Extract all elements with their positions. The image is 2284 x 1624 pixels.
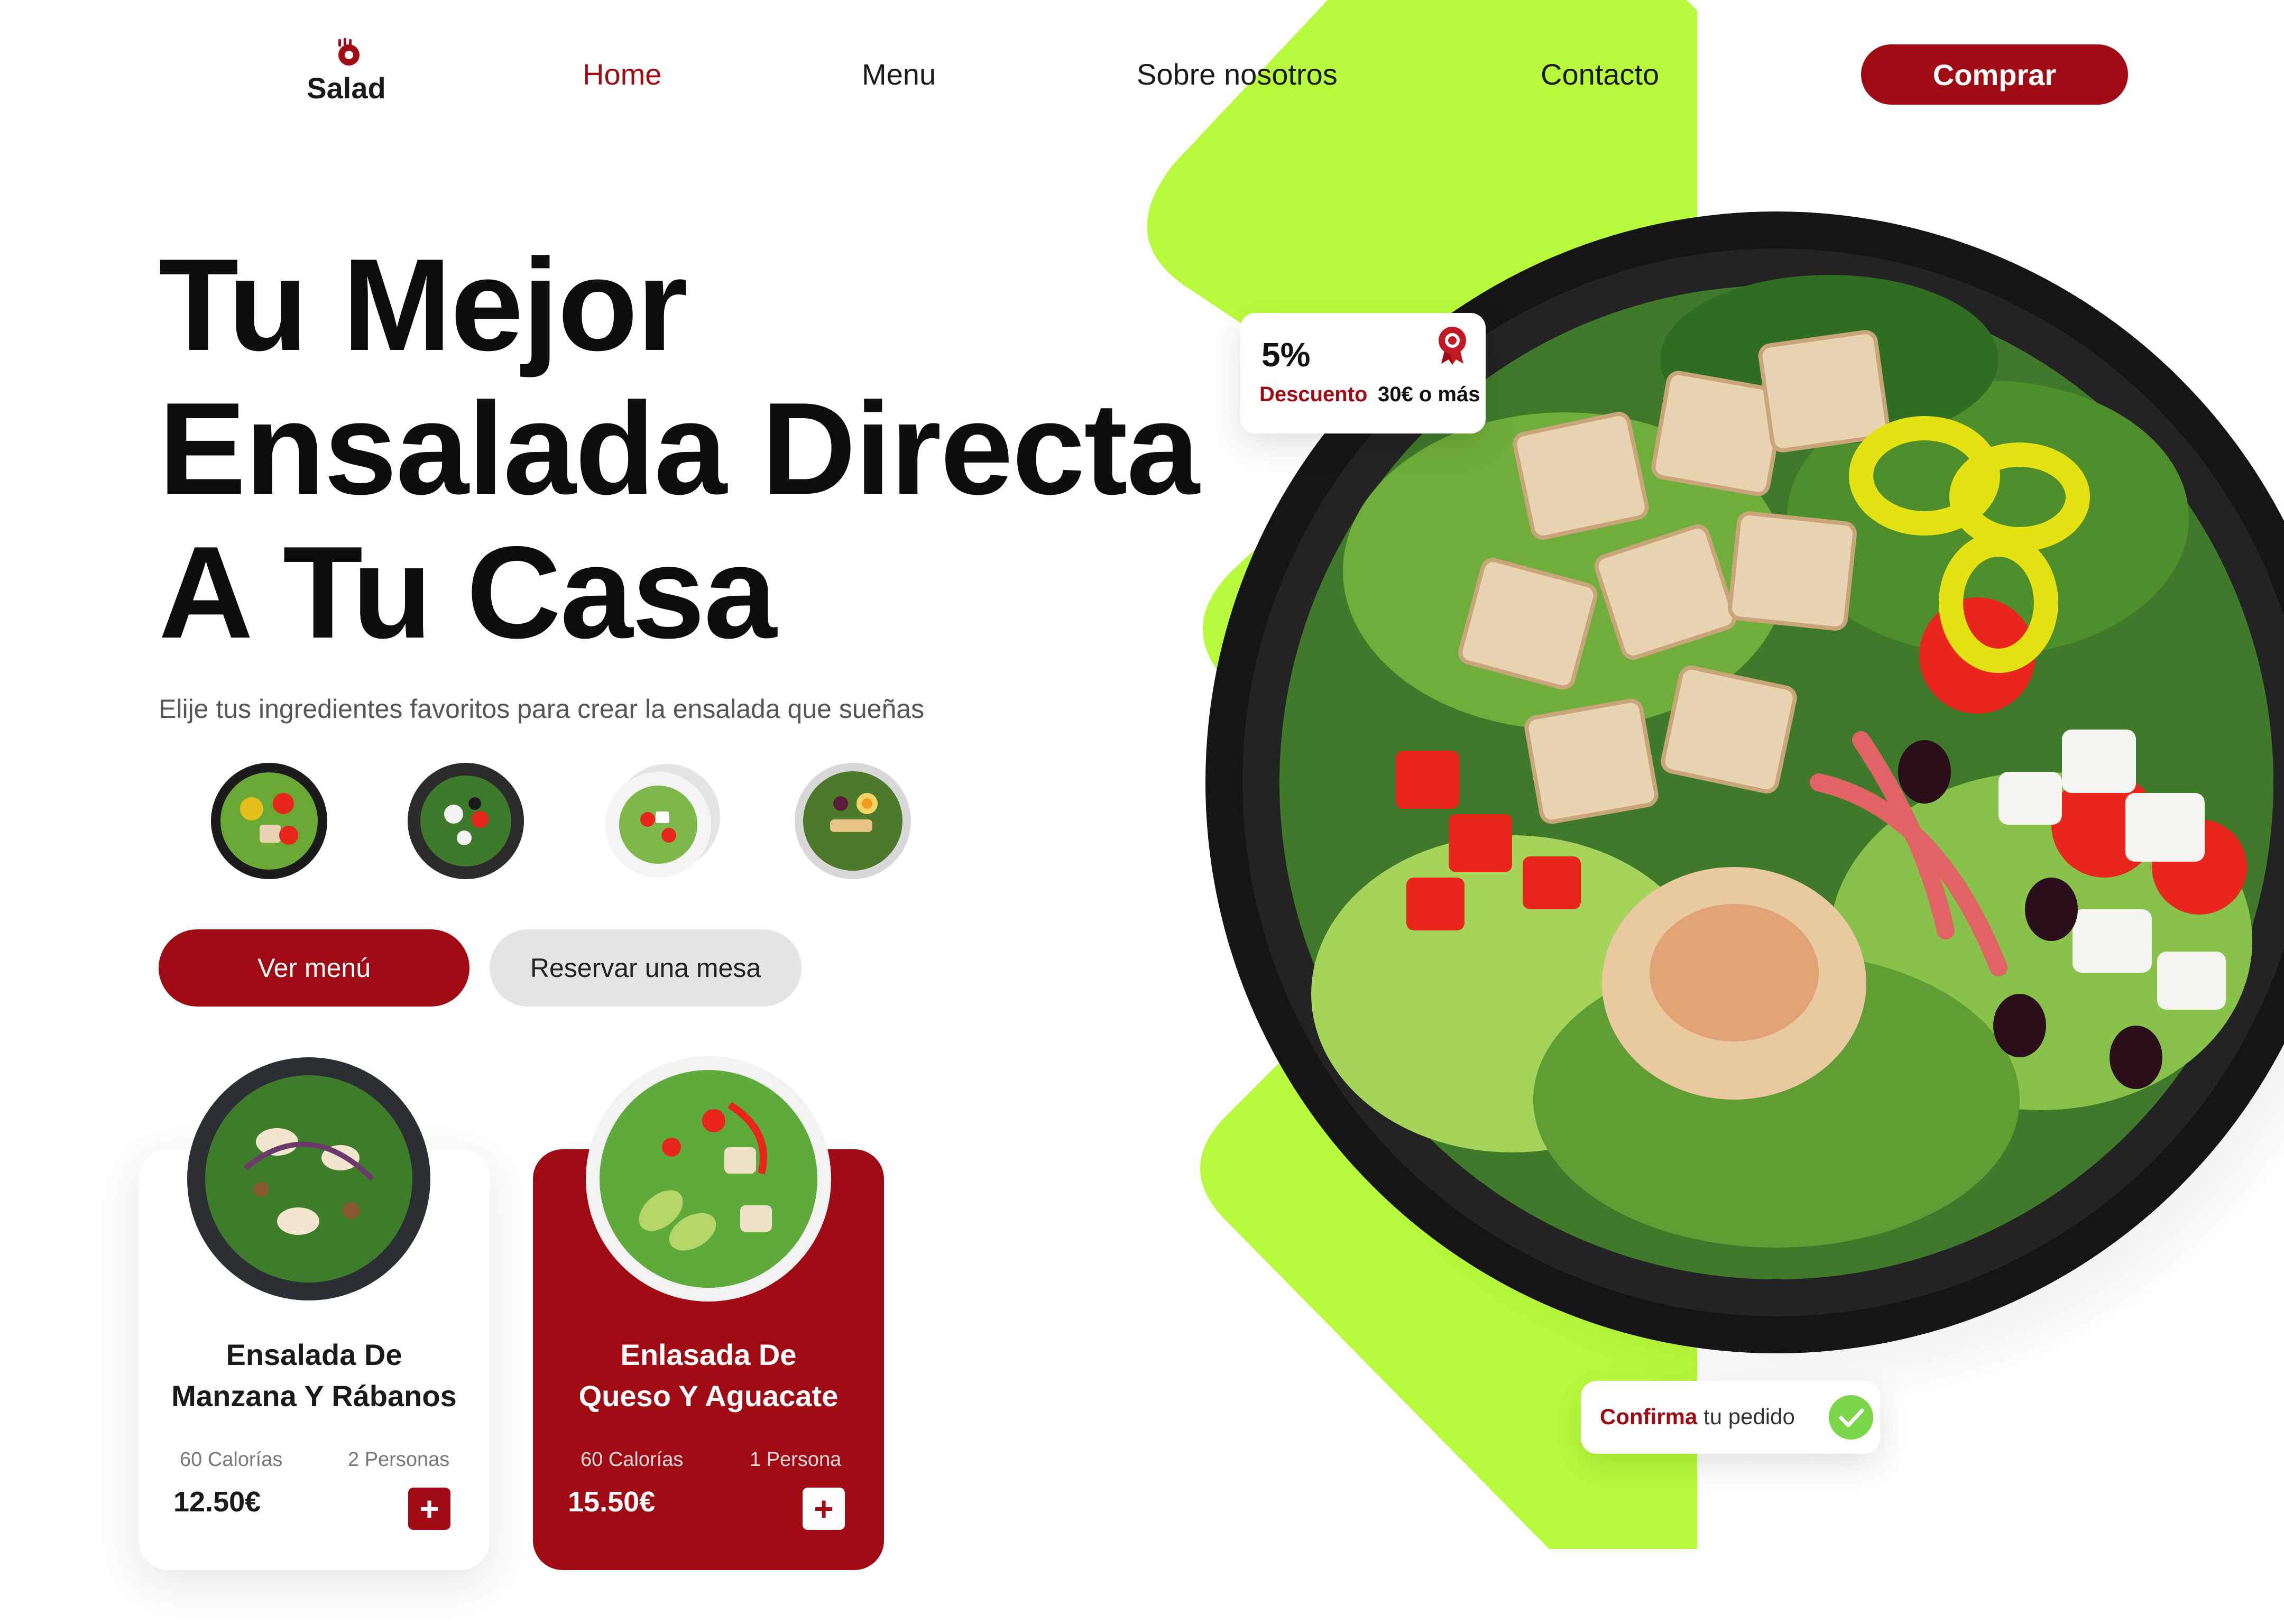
confirm-order-rest: tu pedido (1697, 1404, 1795, 1429)
ver-menu-button[interactable]: Ver menú (159, 929, 469, 1007)
product-servings: 2 Personas (348, 1448, 450, 1471)
nav-item-contacto[interactable]: Contacto (1541, 57, 1659, 91)
nav-item-sobre-nosotros[interactable]: Sobre nosotros (1137, 57, 1338, 91)
product-title-line-2: Queso Y Aguacate (578, 1379, 839, 1413)
check-icon[interactable] (1827, 1394, 1875, 1441)
product-image-manzana (187, 1057, 430, 1300)
nav-item-menu[interactable]: Menu (862, 57, 936, 91)
product-calories: 60 Calorías (180, 1448, 283, 1471)
product-servings: 1 Persona (750, 1448, 842, 1471)
hero-title-line-3: A Tu Casa (159, 519, 777, 666)
salad-thumbnail-3[interactable] (603, 761, 722, 881)
comprar-button[interactable]: Comprar (1861, 44, 2128, 105)
discount-threshold: 30€ o más (1378, 383, 1480, 406)
hero-title-line-1: Tu Mejor (159, 231, 688, 378)
product-price: 12.50€ (173, 1486, 261, 1518)
plus-icon[interactable]: + (408, 1488, 450, 1530)
confirm-order-text: Confirma tu pedido (1600, 1404, 1795, 1429)
product-title: Ensalada De Manzana Y Rábanos (139, 1334, 490, 1417)
discount-badge: 5% Descuento 30€ o más (1240, 313, 1486, 433)
product-calories: 60 Calorías (581, 1448, 684, 1471)
product-price: 15.50€ (568, 1486, 656, 1518)
plus-icon[interactable]: + (803, 1488, 845, 1530)
product-title-line-1: Ensalada De (226, 1338, 402, 1371)
hero-subtitle: Elije tus ingredientes favoritos para cr… (159, 694, 925, 724)
brand-logo[interactable]: Salad (301, 37, 391, 105)
discount-label: Descuento (1259, 383, 1368, 406)
product-title-line-1: Enlasada De (620, 1338, 797, 1371)
discount-percent: 5% (1261, 336, 1311, 374)
nav-item-home[interactable]: Home (583, 57, 661, 91)
salad-thumbnail-2[interactable] (406, 761, 526, 881)
confirm-order-strong: Confirma (1600, 1404, 1698, 1429)
brand-name: Salad (307, 71, 386, 105)
salad-thumbnail-1[interactable] (209, 761, 329, 881)
product-image-aguacate (586, 1056, 831, 1302)
hero-title-line-2: Ensalada Directa (159, 375, 1200, 522)
award-icon (1439, 327, 1466, 365)
product-title-line-2: Manzana Y Rábanos (171, 1379, 457, 1413)
reservar-mesa-button[interactable]: Reservar una mesa (490, 929, 802, 1007)
confirm-order-badge[interactable]: Confirma tu pedido (1581, 1381, 1880, 1454)
salad-logo-icon (338, 38, 360, 66)
hero-title: Tu Mejor Ensalada Directa A Tu Casa (159, 231, 1200, 666)
salad-thumbnail-4[interactable] (793, 761, 913, 881)
product-title: Enlasada De Queso Y Aguacate (533, 1334, 884, 1417)
